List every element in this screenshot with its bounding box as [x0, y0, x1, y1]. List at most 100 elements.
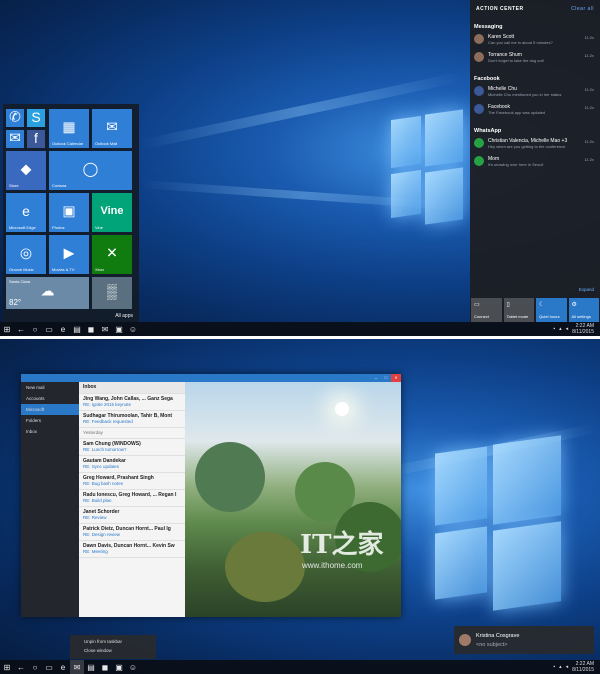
mail-icon[interactable]: ✉ [70, 660, 84, 674]
quick-action-label: Connect [474, 314, 489, 319]
tile-label: Xbox [95, 267, 105, 272]
mail-icon[interactable]: ✉ [98, 322, 112, 336]
notification-group-whatsapp: WhatsApp [474, 128, 502, 134]
quick-action-connect[interactable]: ▭ Connect [471, 298, 502, 322]
start-tile-skype[interactable]: S [27, 109, 45, 127]
action-center: ACTION CENTER Clear all Messaging Karen … [470, 0, 600, 322]
quick-action-label: Quiet hours [539, 314, 560, 319]
start-tile-phone[interactable]: ✆ [6, 109, 24, 127]
start-tile-weather[interactable]: ☁ 82° Santa Clara [6, 277, 89, 309]
mail-nav-inbox[interactable]: Inbox [21, 426, 79, 437]
task-view-icon[interactable]: ▭ [42, 322, 56, 336]
close-window-item[interactable]: Close window [70, 644, 156, 653]
start-tile-calendar[interactable]: ▦ Outlook Calendar [49, 109, 89, 148]
vine-icon: Vine [100, 204, 124, 217]
weather-icon: ☁ [40, 282, 55, 299]
unpin-from-taskbar-item[interactable]: Unpin from taskbar [70, 635, 156, 644]
notification-time: 11:2x [584, 157, 595, 162]
mail-list-item[interactable]: Jing Wang, John Callas, ... Ganz Sega RE… [79, 394, 185, 411]
mail-list-item[interactable]: Sudhagar Thirumoolan, Tahir B, Mont RE: … [79, 411, 185, 428]
photos-icon[interactable]: ▣ [112, 660, 126, 674]
notification-icon[interactable]: ▪ [553, 326, 555, 332]
mail-preview: RE: Ignite 2015 keynote [83, 402, 132, 407]
mail-list-item[interactable]: Janet Schorder RE: Review [79, 507, 185, 524]
task-view-icon[interactable]: ▭ [42, 660, 56, 674]
mail-list-item[interactable]: Patrick Dietz, Duncan Hornt... Paul Ig R… [79, 524, 185, 541]
start-tile-movies[interactable]: ▶ Movies & TV [49, 235, 89, 274]
network-icon[interactable]: ▴ [559, 664, 562, 670]
expand-button[interactable]: Expand [579, 287, 594, 292]
edge-icon[interactable]: e [56, 660, 70, 674]
maximize-icon[interactable]: □ [381, 374, 391, 382]
store-icon[interactable]: ◼ [84, 322, 98, 336]
notification-item[interactable]: Karen Scott Can you call me in about 5 m… [470, 32, 600, 50]
file-explorer-icon[interactable]: ▤ [70, 322, 84, 336]
notification-sender: Christian Valencia, Michelle Mao +3 [488, 138, 568, 144]
start-tile-facebook[interactable]: f [27, 130, 45, 148]
mail-list-item[interactable]: Greg Howard, Prashant Singh RE: Bug bash… [79, 473, 185, 490]
desktop-screenshot-bottom: – □ ✕ New mail Accounts Microsoft Folders In… [0, 339, 600, 674]
back-icon[interactable]: ← [14, 660, 28, 674]
start-button[interactable]: ⊞ [0, 660, 14, 674]
sun-shape [335, 402, 349, 416]
start-tile-xbox[interactable]: ✕ Xbox [92, 235, 132, 274]
music-icon: ◎ [19, 244, 33, 261]
notification-icon[interactable]: ▪ [553, 664, 555, 670]
start-tile-cortana[interactable]: ◯ Cortana [49, 151, 132, 190]
mail-nav-accounts[interactable]: Accounts [21, 393, 79, 404]
mail-list-item[interactable]: Radu Ionescu, Greg Howard, ... Regan I R… [79, 490, 185, 507]
clear-all-button[interactable]: Clear all [571, 6, 594, 12]
cortana-icon[interactable]: ○ [28, 660, 42, 674]
edge-icon[interactable]: e [56, 322, 70, 336]
mail-nav-microsoft[interactable]: Microsoft [21, 404, 79, 415]
tile-label: 82° [9, 298, 22, 307]
file-explorer-icon[interactable]: ▤ [84, 660, 98, 674]
inbox-header: Inbox [83, 384, 97, 390]
toast-sender: Kristina Cosgrave [476, 633, 520, 639]
all-apps-button[interactable]: All apps [115, 313, 133, 319]
network-icon[interactable]: ▴ [559, 326, 562, 332]
quick-action-tablet-mode[interactable]: ▯ Tablet mode [503, 298, 534, 322]
mail-preview: RE: Lunch tomorrow? [83, 447, 127, 452]
cortana-icon[interactable]: ○ [28, 322, 42, 336]
quick-action-all-settings[interactable]: ⚙ All settings [568, 298, 599, 322]
photo-tile-icon: ▒ [107, 283, 117, 300]
start-tile-photo-tile[interactable]: ▒ [92, 277, 132, 309]
avatar [459, 634, 471, 646]
mail-list-item[interactable]: Sam Chung (WINDOWS) RE: Lunch tomorrow? [79, 439, 185, 456]
store-icon[interactable]: ◼ [98, 660, 112, 674]
volume-icon[interactable]: ◂ [566, 664, 569, 670]
start-button[interactable]: ⊞ [0, 322, 14, 336]
mail-list-item[interactable]: Gautam Dandekar RE: Sync updates [79, 456, 185, 473]
start-tile-store[interactable]: ◆ Store [6, 151, 46, 190]
notification-item[interactable]: Michelle Chu Michelle Chu mentioned you … [470, 84, 600, 102]
quick-action-quiet-hours[interactable]: ☾ Quiet hours [536, 298, 567, 322]
minimize-icon[interactable]: – [371, 374, 381, 382]
start-tile-photos[interactable]: ▣ Photos [49, 193, 89, 232]
back-icon[interactable]: ← [14, 322, 28, 336]
date-section: Yesterday [79, 428, 185, 439]
notification-item[interactable]: Torrance Shum Don't forget to take the d… [470, 50, 600, 68]
start-tile-edge[interactable]: e Microsoft Edge [6, 193, 46, 232]
notification-item[interactable]: Facebook The Facebook app was updated 11… [470, 102, 600, 120]
close-icon[interactable]: ✕ [391, 374, 401, 382]
start-tile-vine[interactable]: Vine Vine [92, 193, 132, 232]
start-tile-music[interactable]: ◎ Groove Music [6, 235, 46, 274]
start-tile-mail[interactable]: ✉ Outlook Mail [92, 109, 132, 148]
taskbar-clock[interactable]: 2:22 AM 8/11/2015 [572, 661, 594, 673]
phone-icon: ✆ [9, 109, 21, 125]
notification-item[interactable]: Mom It's snowing over here in Seoul! 11:… [470, 154, 600, 172]
notification-item[interactable]: Christian Valencia, Michelle Mao +3 Hey … [470, 136, 600, 154]
mail-nav-new-mail[interactable]: New mail [21, 382, 79, 393]
volume-icon[interactable]: ◂ [566, 326, 569, 332]
taskbar-clock[interactable]: 2:22 AM 8/11/2015 [572, 323, 594, 335]
mail-list-item[interactable]: Dawn Davis, Duncan Hornt... Kevin Sw RE:… [79, 541, 185, 558]
mail-nav-folders[interactable]: Folders [21, 415, 79, 426]
start-tile-chat[interactable]: ✉ [6, 130, 24, 148]
weather-city: Santa Clara [9, 279, 31, 284]
people-icon[interactable]: ☺ [126, 322, 140, 336]
mail-toast-notification[interactable]: Kristina Cosgrave <no subject> [454, 626, 594, 654]
photos-icon[interactable]: ▣ [112, 322, 126, 336]
facebook-icon: f [34, 130, 38, 147]
people-icon[interactable]: ☺ [126, 660, 140, 674]
